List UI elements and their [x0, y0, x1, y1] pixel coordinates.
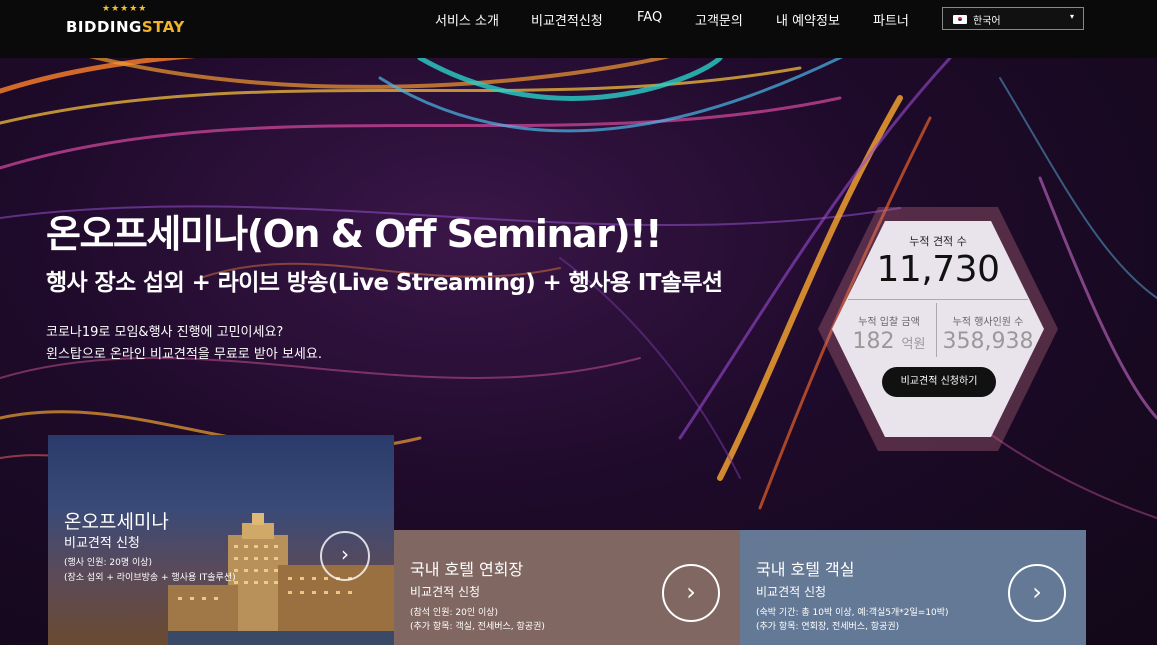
chevron-right-icon: ›	[686, 578, 696, 606]
total-quotes-label: 누적 견적 수	[909, 235, 967, 248]
chevron-down-icon: ▾	[1069, 12, 1074, 21]
card-hotel-banquet-subtitle: 비교견적 신청	[410, 585, 481, 599]
hero-subtitle: 행사 장소 섭외 + 라이브 방송(Live Streaming) + 행사용 …	[46, 270, 723, 296]
nav-partner[interactable]: 파트너	[873, 10, 909, 30]
card-hotel-room[interactable]: 국내 호텔 객실 비교견적 신청 (숙박 기간: 총 10박 이상, 예:객실5…	[740, 530, 1086, 645]
card-hotel-banquet[interactable]: 국내 호텔 연회장 비교견적 신청 (참석 인원: 20인 이상) (추가 항목…	[394, 530, 740, 645]
nav-service-intro[interactable]: 서비스 소개	[435, 10, 499, 30]
card-hotel-banquet-note-1: (참석 인원: 20인 이상)	[410, 608, 499, 618]
card-hotel-room-arrow-button[interactable]: ›	[1008, 564, 1066, 622]
hero-banner: 온오프세미나(On & Off Seminar)!! 행사 장소 섭외 + 라이…	[0, 58, 1157, 645]
nav-faq[interactable]: FAQ	[637, 10, 662, 30]
total-quotes-value: 11,730	[876, 249, 1000, 290]
stats-divider-vertical	[936, 303, 937, 357]
card-onoff-seminar-subtitle: 비교견적 신청	[64, 536, 140, 551]
total-bid-amount-value: 182 억원	[842, 329, 936, 354]
logo-text-accent: STAY	[141, 18, 185, 36]
total-attendees-label: 누적 행사인원 수	[952, 317, 1024, 328]
quote-request-button[interactable]: 비교견적 신청하기	[882, 367, 996, 397]
nav-customer-inquiry[interactable]: 고객문의	[695, 10, 743, 30]
card-hotel-room-title: 국내 호텔 객실	[756, 560, 855, 579]
logo-text: BIDDINGSTAY	[66, 18, 185, 36]
logo-stars-icon: ★★★★★	[102, 4, 148, 14]
stats-divider-horizontal	[848, 299, 1028, 300]
card-hotel-room-subtitle: 비교견적 신청	[756, 585, 827, 599]
card-onoff-seminar-note-1: (행사 인원: 20명 이상)	[64, 558, 153, 568]
total-bid-amount-number: 182	[852, 329, 895, 354]
card-hotel-banquet-arrow-button[interactable]: ›	[662, 564, 720, 622]
logo-text-main: BIDDING	[66, 18, 142, 36]
hero-description: 코로나19로 모임&행사 진행에 고민이세요? 윈스탑으로 온라인 비교견적을 …	[46, 322, 322, 366]
card-onoff-seminar-arrow-button[interactable]: ›	[320, 531, 370, 581]
card-hotel-banquet-note-2: (추가 항목: 객실, 전세버스, 항공권)	[410, 622, 545, 632]
nav-quote-request[interactable]: 비교견적신청	[531, 10, 603, 30]
card-hotel-room-note-2: (추가 항목: 연회장, 전세버스, 항공권)	[756, 622, 900, 632]
chevron-right-icon: ›	[1032, 578, 1042, 606]
hero-title: 온오프세미나(On & Off Seminar)!!	[46, 212, 662, 256]
total-bid-amount-label: 누적 입찰 금액	[858, 317, 920, 328]
nav-my-reservation[interactable]: 내 예약정보	[776, 10, 840, 30]
hero-description-line-1: 코로나19로 모임&행사 진행에 고민이세요?	[46, 325, 284, 340]
hero-description-line-2: 윈스탑으로 온라인 비교견적을 무료로 받아 보세요.	[46, 347, 322, 362]
korea-flag-icon	[953, 15, 967, 24]
card-hotel-banquet-title: 국내 호텔 연회장	[410, 560, 524, 579]
bidding-stay-logo[interactable]: ★★★★★ BIDDINGSTAY	[66, 4, 184, 38]
card-onoff-seminar-title: 온오프세미나	[64, 511, 169, 533]
site-header: ★★★★★ BIDDINGSTAY 서비스 소개 비교견적신청 FAQ 고객문의…	[0, 0, 1157, 58]
card-onoff-seminar[interactable]: 온오프세미나 비교견적 신청 (행사 인원: 20명 이상) (장소 섭외 + …	[48, 435, 394, 645]
language-select[interactable]: 한국어 ▾	[942, 7, 1084, 30]
card-onoff-seminar-note-2: (장소 섭외 + 라이브방송 + 행사용 IT솔루션)	[64, 573, 236, 583]
card-hotel-room-note-1: (숙박 기간: 총 10박 이상, 예:객실5개*2일=10박)	[756, 608, 949, 618]
stats-hexagon: 누적 견적 수 11,730 누적 입찰 금액 182 억원 누적 행사인원 수…	[818, 207, 1058, 451]
language-selected-label: 한국어	[973, 16, 1001, 27]
chevron-right-icon: ›	[341, 542, 349, 566]
total-attendees-value: 358,938	[942, 329, 1034, 354]
total-bid-amount-unit: 억원	[901, 337, 926, 352]
